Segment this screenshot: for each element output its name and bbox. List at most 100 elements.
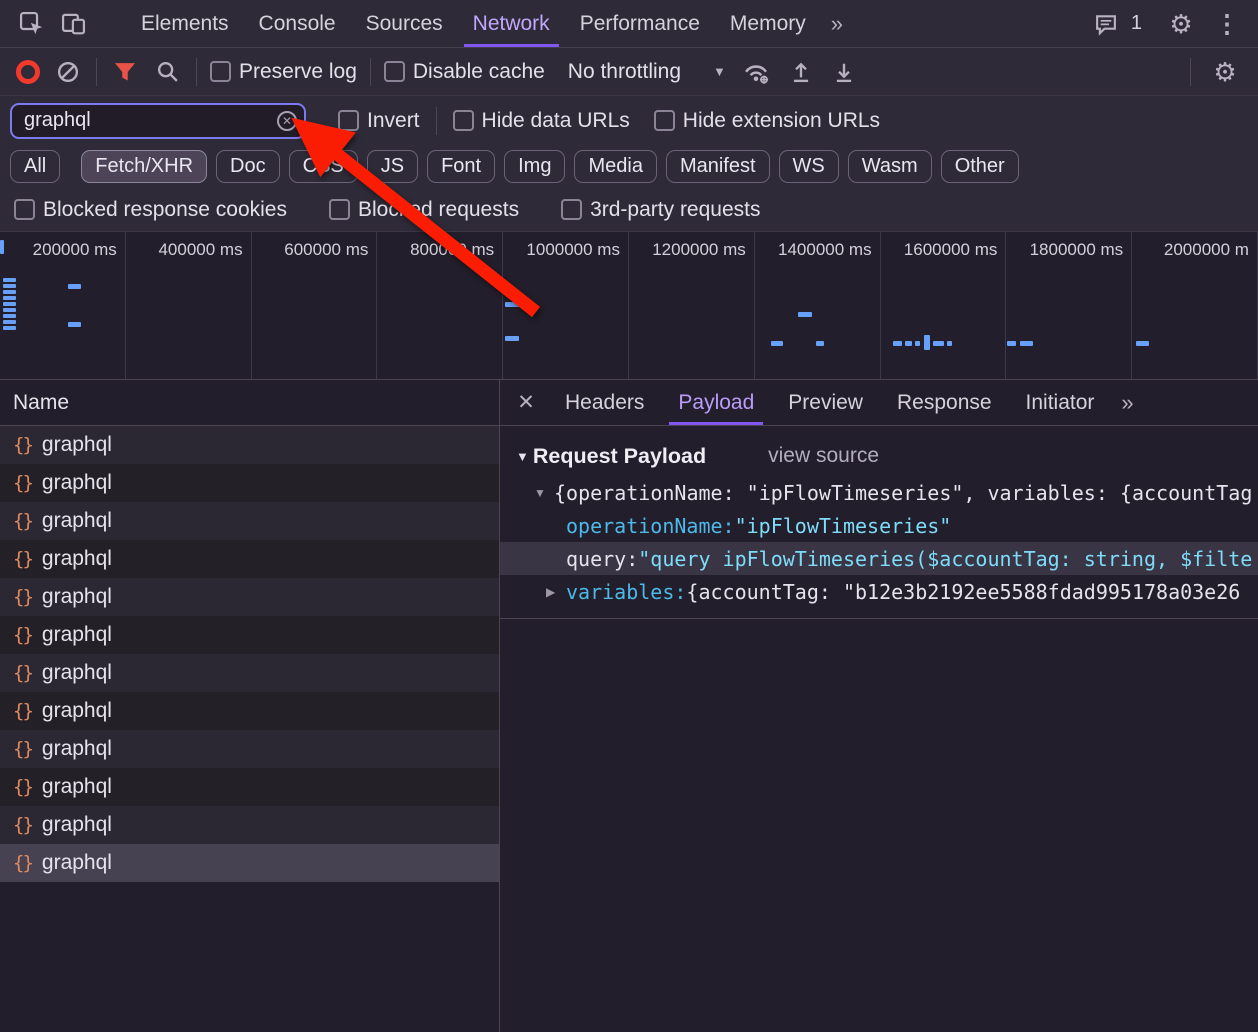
import-har-icon[interactable] bbox=[786, 59, 816, 85]
request-type-pill[interactable]: Font bbox=[427, 150, 496, 183]
caret-right-icon[interactable]: ▶ bbox=[546, 585, 566, 599]
request-type-pill[interactable]: CSS bbox=[288, 150, 358, 183]
disable-cache-checkbox[interactable] bbox=[383, 61, 405, 82]
timeline-bar bbox=[893, 341, 902, 346]
request-type-pill[interactable]: Media bbox=[574, 150, 657, 183]
fetch-xhr-icon: {} bbox=[13, 586, 34, 608]
divider bbox=[369, 57, 371, 86]
request-type-pill[interactable]: Wasm bbox=[847, 150, 932, 183]
request-row[interactable]: {} graphql bbox=[0, 806, 499, 844]
timeline-bar bbox=[1020, 341, 1033, 346]
detail-tab[interactable]: Preview bbox=[771, 380, 880, 425]
request-row[interactable]: {} graphql bbox=[0, 768, 499, 806]
extra-filter-toggle[interactable]: 3rd-party requests bbox=[561, 198, 761, 222]
hide-extension-urls-toggle[interactable]: Hide extension URLs bbox=[653, 109, 880, 133]
request-row[interactable]: {} graphql bbox=[0, 654, 499, 692]
timeline-bar bbox=[3, 320, 16, 324]
preserve-log-checkbox[interactable] bbox=[210, 61, 231, 82]
extra-filter-checkbox[interactable] bbox=[14, 199, 35, 220]
timeline-bar bbox=[3, 326, 16, 330]
settings-gear-icon[interactable]: ⚙ bbox=[1160, 11, 1202, 37]
hide-data-urls-checkbox[interactable] bbox=[452, 110, 474, 131]
request-row[interactable]: {} graphql bbox=[0, 692, 499, 730]
payload-root-node[interactable]: ▼ {operationName: "ipFlowTimeseries", va… bbox=[500, 476, 1258, 509]
view-source-link[interactable]: view source bbox=[768, 444, 879, 468]
fetch-xhr-icon: {} bbox=[13, 852, 34, 874]
request-row[interactable]: {} graphql bbox=[0, 730, 499, 768]
hide-data-urls-toggle[interactable]: Hide data URLs bbox=[452, 109, 630, 133]
caret-down-icon[interactable]: ▼ bbox=[534, 486, 554, 500]
timeline-bar bbox=[1136, 341, 1149, 346]
timeline-overview[interactable]: 200000 ms 400000 ms 600000 ms 800000 ms 1000… bbox=[0, 232, 1258, 380]
export-har-icon[interactable] bbox=[829, 59, 859, 85]
panel-tab[interactable]: Network bbox=[458, 0, 565, 47]
search-icon[interactable] bbox=[153, 59, 183, 85]
hide-extension-urls-checkbox[interactable] bbox=[653, 110, 675, 131]
fetch-xhr-icon: {} bbox=[13, 510, 34, 532]
filter-funnel-icon[interactable] bbox=[110, 59, 140, 85]
caret-down-icon[interactable]: ▼ bbox=[516, 449, 529, 464]
request-row[interactable]: {} graphql bbox=[0, 464, 499, 502]
panel-tab[interactable]: Console bbox=[244, 0, 351, 47]
panel-tab[interactable]: Sources bbox=[351, 0, 458, 47]
network-filter-input[interactable] bbox=[10, 102, 306, 139]
request-row[interactable]: {} graphql bbox=[0, 426, 499, 464]
close-details-icon[interactable]: ✕ bbox=[504, 380, 548, 425]
fetch-xhr-icon: {} bbox=[13, 738, 34, 760]
network-settings-gear-icon[interactable]: ⚙ bbox=[1204, 59, 1246, 85]
extra-filter-checkbox[interactable] bbox=[561, 199, 583, 220]
request-type-pill[interactable]: All bbox=[10, 150, 61, 183]
request-type-pill[interactable]: Other bbox=[940, 150, 1019, 183]
timeline-bar bbox=[505, 336, 519, 341]
detail-tab[interactable]: Response bbox=[880, 380, 1009, 425]
detail-tab[interactable]: Headers bbox=[548, 380, 661, 425]
invert-toggle[interactable]: Invert bbox=[338, 109, 420, 133]
payload-operation-node[interactable]: operationName: "ipFlowTimeseries" bbox=[500, 509, 1258, 542]
panel-tab[interactable]: Performance bbox=[565, 0, 715, 47]
request-type-pill[interactable]: Doc bbox=[216, 150, 280, 183]
detail-tab[interactable]: Initiator bbox=[1009, 380, 1112, 425]
clear-filter-icon[interactable]: ✕ bbox=[277, 110, 297, 131]
more-panels-icon[interactable]: » bbox=[821, 0, 853, 47]
menu-kebab-icon[interactable]: ⋮ bbox=[1206, 9, 1248, 39]
more-detail-tabs-icon[interactable]: » bbox=[1111, 380, 1143, 425]
invert-checkbox[interactable] bbox=[338, 110, 359, 131]
request-type-pill[interactable]: WS bbox=[778, 150, 839, 183]
record-button[interactable] bbox=[16, 59, 40, 84]
clear-network-log-icon[interactable] bbox=[53, 59, 83, 85]
extra-filter-toggle[interactable]: Blocked response cookies bbox=[14, 198, 287, 222]
request-row[interactable]: {} graphql bbox=[0, 578, 499, 616]
payload-variables-node[interactable]: ▶ variables: {accountTag: "b12e3b2192ee5… bbox=[500, 575, 1258, 608]
detail-tab[interactable]: Payload bbox=[661, 380, 771, 425]
request-type-pill[interactable]: Img bbox=[504, 150, 566, 183]
extra-filter-checkbox[interactable] bbox=[328, 199, 350, 220]
panel-tab[interactable]: Elements bbox=[126, 0, 244, 47]
network-conditions-icon[interactable] bbox=[739, 58, 773, 86]
request-type-pill[interactable]: Fetch/XHR bbox=[81, 150, 208, 183]
name-column-header[interactable]: Name bbox=[0, 380, 499, 426]
extra-filter-toggle[interactable]: Blocked requests bbox=[328, 198, 519, 222]
request-row[interactable]: {} graphql bbox=[0, 502, 499, 540]
timeline-bar bbox=[905, 341, 912, 346]
disable-cache-toggle[interactable]: Disable cache bbox=[383, 60, 545, 84]
extra-filters-row: Blocked response cookies Blocked request… bbox=[0, 188, 1258, 232]
requests-table: Name {} graphql {} graphql {} graphql {}… bbox=[0, 380, 500, 1032]
request-row[interactable]: {} graphql bbox=[0, 540, 499, 578]
timeline-bar bbox=[3, 302, 16, 306]
fetch-xhr-icon: {} bbox=[13, 472, 34, 494]
request-type-pill[interactable]: Manifest bbox=[665, 150, 770, 183]
request-row[interactable]: {} graphql bbox=[0, 844, 499, 882]
preserve-log-toggle[interactable]: Preserve log bbox=[210, 60, 357, 84]
fetch-xhr-icon: {} bbox=[13, 624, 34, 646]
throttling-select[interactable]: No throttling ▼ bbox=[568, 60, 726, 84]
inspect-element-icon[interactable] bbox=[10, 0, 52, 47]
issues-icon[interactable] bbox=[1085, 11, 1127, 37]
timeline-bar bbox=[947, 341, 952, 346]
network-toolbar-right: ⚙ bbox=[1190, 57, 1246, 86]
device-toolbar-icon[interactable] bbox=[52, 0, 94, 47]
payload-panel: ▼ Request Payload view source ▼ {operati… bbox=[500, 426, 1258, 619]
panel-tab[interactable]: Memory bbox=[715, 0, 821, 47]
request-type-pill[interactable]: JS bbox=[366, 150, 419, 183]
payload-query-node[interactable]: query: "query ipFlowTimeseries($accountT… bbox=[500, 542, 1258, 575]
request-row[interactable]: {} graphql bbox=[0, 616, 499, 654]
